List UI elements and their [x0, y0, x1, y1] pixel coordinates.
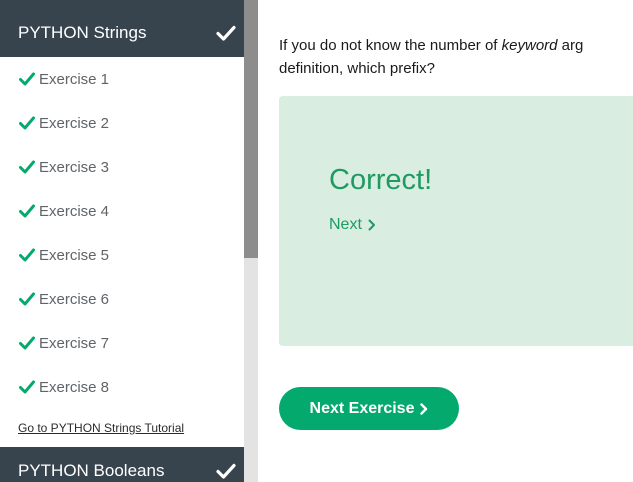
check-icon	[19, 116, 35, 130]
chevron-right-icon	[420, 402, 428, 415]
check-icon	[19, 380, 35, 394]
check-icon	[19, 204, 35, 218]
tutorial-link[interactable]: Go to PYTHON Strings Tutorial	[18, 421, 184, 435]
chevron-right-icon	[368, 219, 375, 231]
section-title: PYTHON Booleans	[18, 461, 165, 480]
check-icon	[19, 160, 35, 174]
check-icon	[216, 25, 236, 41]
next-exercise-label: Next Exercise	[309, 399, 415, 417]
check-icon	[19, 336, 35, 350]
check-icon	[19, 248, 35, 262]
question-part1: If you do not know the number of	[279, 37, 502, 54]
exercise-label: Exercise 3	[39, 158, 110, 176]
exercise-item-5[interactable]: Exercise 5	[0, 233, 244, 277]
exercise-label: Exercise 7	[39, 334, 110, 352]
exercise-label: Exercise 5	[39, 246, 110, 264]
exercise-item-6[interactable]: Exercise 6	[0, 277, 244, 321]
question-keyword: keyword	[501, 37, 558, 54]
exercise-item-4[interactable]: Exercise 4	[0, 189, 244, 233]
sidebar-scrollbar-thumb[interactable]	[244, 0, 258, 258]
exercise-item-1[interactable]: Exercise 1	[0, 57, 244, 101]
exercise-label: Exercise 4	[39, 202, 110, 220]
check-icon	[19, 72, 35, 86]
result-next-link[interactable]: Next	[329, 216, 376, 234]
section-title: PYTHON Strings	[18, 23, 147, 42]
exercise-item-7[interactable]: Exercise 7	[0, 321, 244, 365]
result-title: Correct!	[329, 164, 433, 196]
result-next-label: Next	[329, 216, 362, 233]
exercise-label: Exercise 2	[39, 114, 110, 132]
exercise-item-2[interactable]: Exercise 2	[0, 101, 244, 145]
question-line2: definition, which prefix?	[279, 60, 435, 77]
result-panel: Correct! Next	[279, 96, 633, 346]
exercise-item-8[interactable]: Exercise 8	[0, 365, 244, 409]
exercise-label: Exercise 8	[39, 378, 110, 396]
exercise-label: Exercise 1	[39, 70, 110, 88]
check-icon	[19, 292, 35, 306]
check-icon	[216, 463, 236, 479]
question-part2: arg	[557, 37, 584, 54]
sidebar-section-python-booleans[interactable]: PYTHON Booleans	[0, 447, 244, 482]
exercise-label: Exercise 6	[39, 290, 110, 308]
question-text: If you do not know the number of keyword…	[279, 34, 633, 80]
next-exercise-button[interactable]: Next Exercise	[279, 387, 459, 430]
sidebar-section-python-strings[interactable]: PYTHON Strings	[0, 9, 244, 57]
sidebar: PYTHON Strings Exercise 1 Exercise 2 Exe…	[0, 0, 244, 482]
exercise-item-3[interactable]: Exercise 3	[0, 145, 244, 189]
